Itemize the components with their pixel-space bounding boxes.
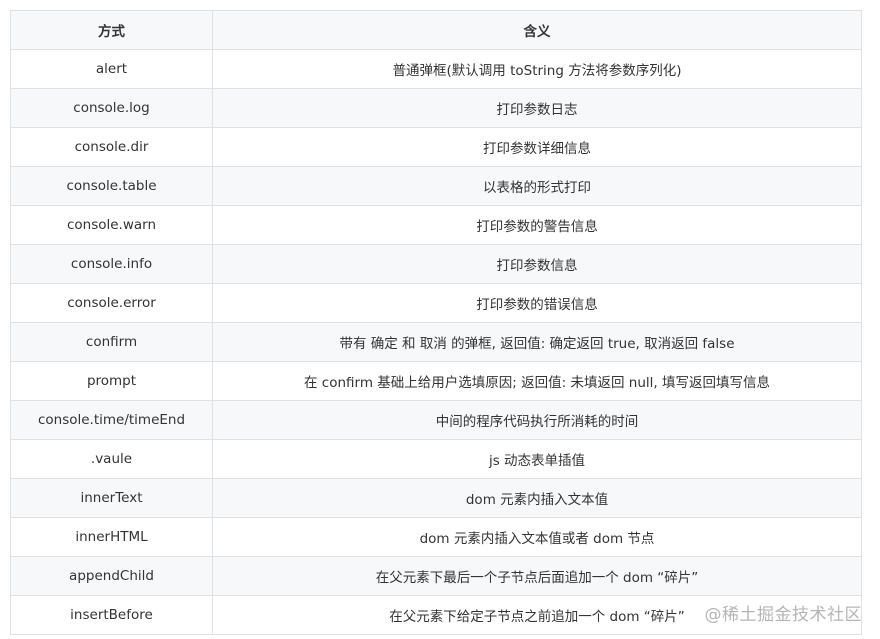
table-row: console.table 以表格的形式打印: [10, 166, 862, 206]
meaning-cell: 打印参数日志: [212, 88, 862, 128]
table-row: console.warn 打印参数的警告信息: [10, 205, 862, 245]
table-row: prompt 在 confirm 基础上给用户选填原因; 返回值: 未填返回 n…: [10, 361, 862, 401]
table-row: console.log 打印参数日志: [10, 88, 862, 128]
method-cell: console.time/timeEnd: [10, 400, 213, 440]
method-cell: .vaule: [10, 439, 213, 479]
table-row: innerText dom 元素内插入文本值: [10, 478, 862, 518]
method-cell: console.dir: [10, 127, 213, 167]
meaning-cell: 在父元素下最后一个子节点后面追加一个 dom “碎片”: [212, 556, 862, 596]
meaning-cell: 打印参数信息: [212, 244, 862, 284]
meaning-cell: dom 元素内插入文本值或者 dom 节点: [212, 517, 862, 557]
header-method: 方式: [10, 10, 213, 50]
table-row: innerHTML dom 元素内插入文本值或者 dom 节点: [10, 517, 862, 557]
method-cell: prompt: [10, 361, 213, 401]
table-container: 方式 含义 alert 普通弹框(默认调用 toString 方法将参数序列化)…: [10, 10, 862, 635]
method-cell: innerHTML: [10, 517, 213, 557]
table-row: .vaule js 动态表单插值: [10, 439, 862, 479]
meaning-cell: js 动态表单插值: [212, 439, 862, 479]
meaning-cell: 打印参数详细信息: [212, 127, 862, 167]
meaning-cell: dom 元素内插入文本值: [212, 478, 862, 518]
methods-table: 方式 含义 alert 普通弹框(默认调用 toString 方法将参数序列化)…: [10, 10, 862, 635]
method-cell: confirm: [10, 322, 213, 362]
method-cell: console.info: [10, 244, 213, 284]
method-cell: alert: [10, 49, 213, 89]
meaning-cell: 在 confirm 基础上给用户选填原因; 返回值: 未填返回 null, 填写…: [212, 361, 862, 401]
meaning-cell: 中间的程序代码执行所消耗的时间: [212, 400, 862, 440]
watermark-text: @稀土掘金技术社区: [704, 605, 862, 625]
header-meaning: 含义: [212, 10, 862, 50]
meaning-cell: 打印参数的警告信息: [212, 205, 862, 245]
method-cell: innerText: [10, 478, 213, 518]
meaning-cell: 以表格的形式打印: [212, 166, 862, 206]
table-row: alert 普通弹框(默认调用 toString 方法将参数序列化): [10, 49, 862, 89]
table-row: console.error 打印参数的错误信息: [10, 283, 862, 323]
table-row: confirm 带有 确定 和 取消 的弹框, 返回值: 确定返回 true, …: [10, 322, 862, 362]
meaning-cell: 带有 确定 和 取消 的弹框, 返回值: 确定返回 true, 取消返回 fal…: [212, 322, 862, 362]
method-cell: appendChild: [10, 556, 213, 596]
method-cell: console.error: [10, 283, 213, 323]
table-row: console.time/timeEnd 中间的程序代码执行所消耗的时间: [10, 400, 862, 440]
table-row: console.dir 打印参数详细信息: [10, 127, 862, 167]
method-cell: console.log: [10, 88, 213, 128]
method-cell: console.table: [10, 166, 213, 206]
table-row: appendChild 在父元素下最后一个子节点后面追加一个 dom “碎片”: [10, 556, 862, 596]
method-cell: console.warn: [10, 205, 213, 245]
method-cell: insertBefore: [10, 595, 213, 635]
meaning-cell: 普通弹框(默认调用 toString 方法将参数序列化): [212, 49, 862, 89]
meaning-cell: 打印参数的错误信息: [212, 283, 862, 323]
table-row: console.info 打印参数信息: [10, 244, 862, 284]
table-header-row: 方式 含义: [10, 10, 862, 50]
